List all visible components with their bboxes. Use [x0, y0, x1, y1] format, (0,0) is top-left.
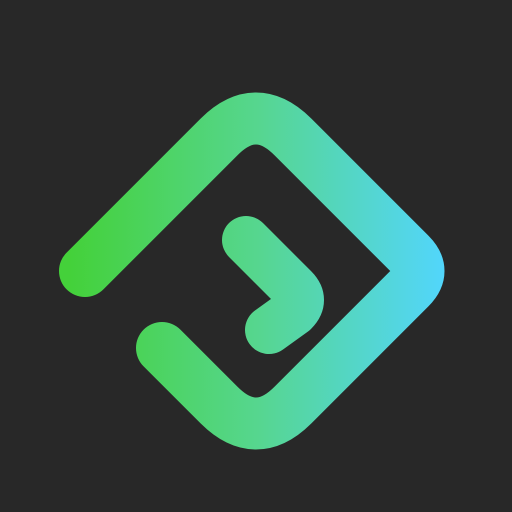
logo-mark: [59, 92, 445, 450]
diamond-f-logo-icon: [59, 92, 445, 450]
logo-inner-hook: [222, 216, 324, 354]
app-icon-canvas: [0, 0, 512, 512]
